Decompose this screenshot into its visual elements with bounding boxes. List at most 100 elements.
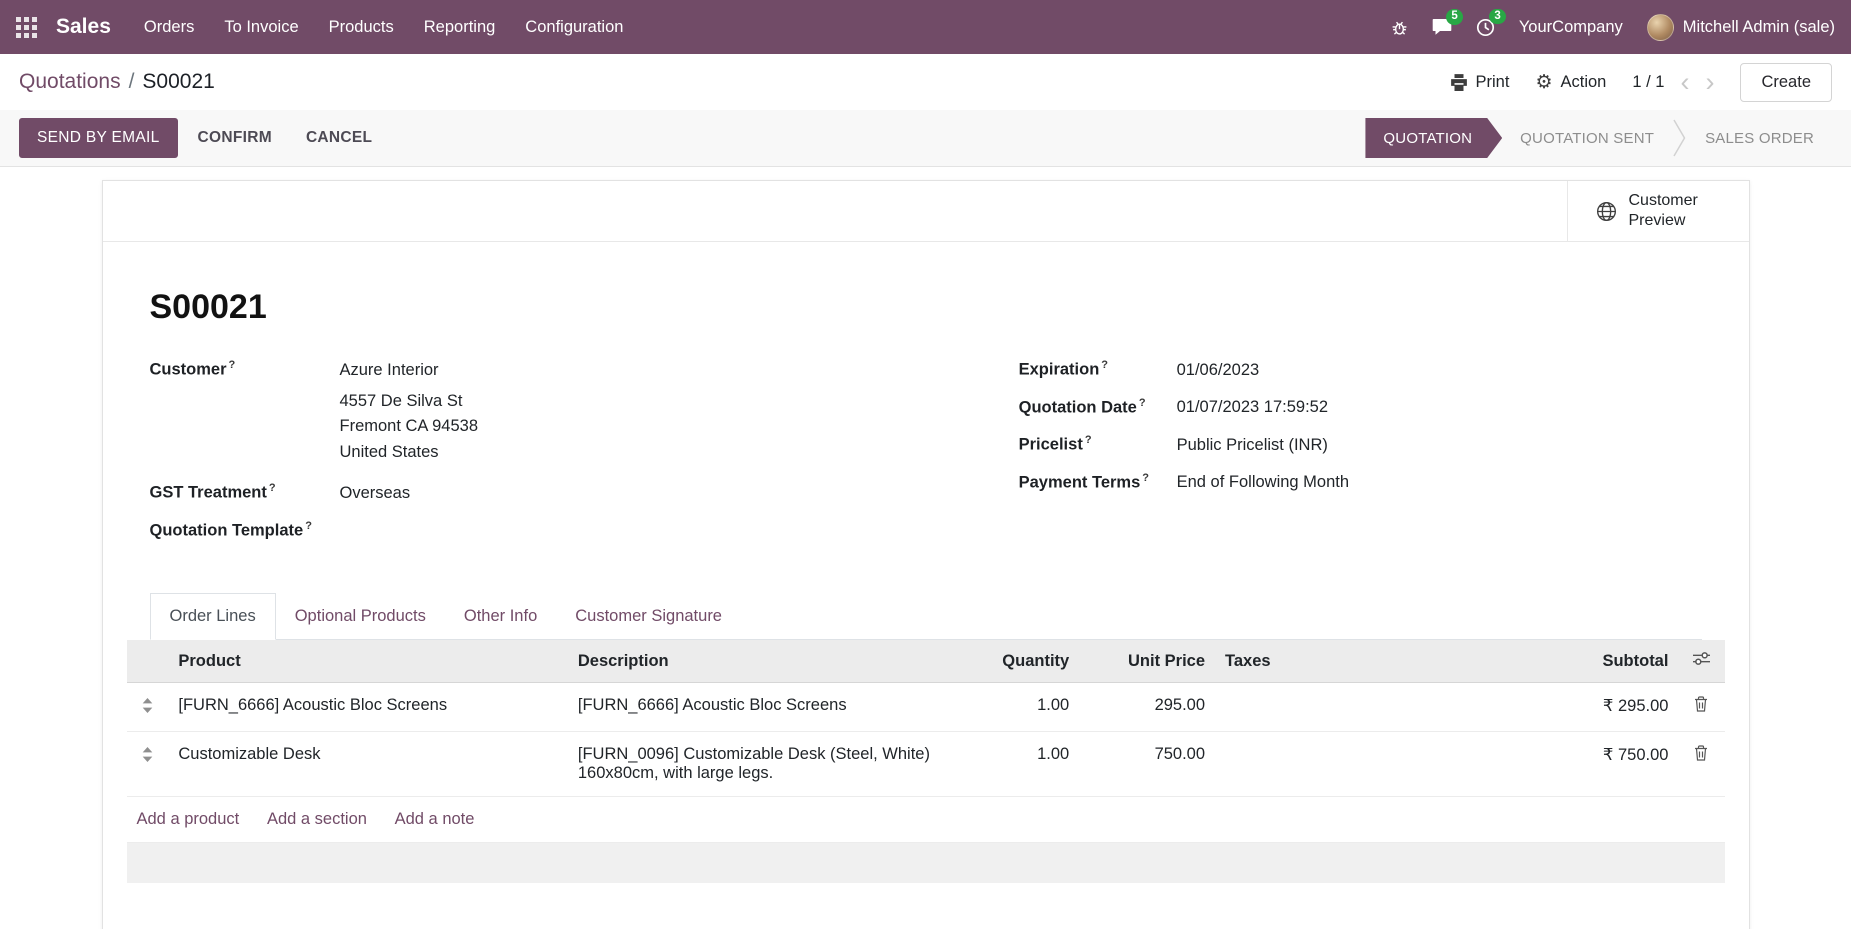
- confirm-button[interactable]: CONFIRM: [184, 119, 286, 157]
- header-taxes[interactable]: Taxes: [1215, 640, 1535, 683]
- sheet-body: S00021 Customer? Azure Interior 4557 De …: [103, 242, 1749, 929]
- customer-help-icon: ?: [229, 359, 236, 371]
- add-line-row: Add a product Add a section Add a note: [127, 797, 1725, 843]
- breadcrumb-quotations[interactable]: Quotations: [19, 70, 121, 94]
- company-switcher[interactable]: YourCompany: [1519, 18, 1623, 37]
- customer-preview-button[interactable]: Customer Preview: [1567, 181, 1749, 241]
- cell-product[interactable]: Customizable Desk: [168, 732, 568, 797]
- nav-item-orders[interactable]: Orders: [129, 0, 209, 54]
- address-line-1: 4557 De Silva St: [340, 389, 479, 415]
- header-quantity[interactable]: Quantity: [959, 640, 1079, 683]
- cell-taxes[interactable]: [1215, 732, 1535, 797]
- gst-treatment-value[interactable]: Overseas: [340, 484, 411, 503]
- add-a-note-link[interactable]: Add a note: [395, 810, 475, 828]
- messages-icon[interactable]: 5: [1432, 18, 1452, 36]
- status-step-quotation[interactable]: QUOTATION: [1365, 118, 1502, 158]
- order-line-row[interactable]: [FURN_6666] Acoustic Bloc Screens [FURN_…: [127, 683, 1725, 732]
- sliders-icon: [1693, 651, 1710, 666]
- field-column-right: Expiration? 01/06/2023 Quotation Date? 0…: [1019, 359, 1702, 557]
- header-subtotal[interactable]: Subtotal: [1535, 640, 1679, 683]
- empty-striped-row: [127, 843, 1725, 883]
- field-gst-treatment: GST Treatment? Overseas: [150, 482, 1019, 503]
- optional-columns-button[interactable]: [1678, 640, 1724, 683]
- gst-help-icon: ?: [269, 482, 276, 494]
- main-menu: Orders To Invoice Products Reporting Con…: [129, 0, 639, 54]
- expiration-value[interactable]: 01/06/2023: [1177, 361, 1260, 380]
- breadcrumb-current: S00021: [142, 70, 214, 94]
- cell-unit-price[interactable]: 295.00: [1079, 683, 1215, 732]
- field-expiration: Expiration? 01/06/2023: [1019, 359, 1702, 380]
- quotation-date-help-icon: ?: [1139, 397, 1146, 409]
- tab-order-lines[interactable]: Order Lines: [150, 593, 276, 640]
- field-column-left: Customer? Azure Interior 4557 De Silva S…: [150, 359, 1019, 557]
- breadcrumb: Quotations / S00021: [19, 70, 215, 94]
- field-customer: Customer? Azure Interior 4557 De Silva S…: [150, 359, 1019, 465]
- address-line-3: United States: [340, 440, 479, 466]
- status-step-sales-order[interactable]: SALES ORDER: [1687, 118, 1832, 158]
- tab-other-info[interactable]: Other Info: [445, 593, 556, 639]
- control-panel: Quotations / S00021 Print ⚙ Action 1 / 1…: [0, 54, 1851, 110]
- header-description[interactable]: Description: [568, 640, 960, 683]
- gear-icon: ⚙: [1535, 71, 1552, 94]
- record-title[interactable]: S00021: [150, 288, 1702, 327]
- pager-next-icon[interactable]: ›: [1705, 72, 1714, 92]
- pager-value[interactable]: 1 / 1: [1632, 73, 1664, 92]
- sheet-button-box: Customer Preview: [103, 181, 1749, 242]
- cell-description[interactable]: [FURN_0096] Customizable Desk (Steel, Wh…: [568, 732, 960, 797]
- customer-value[interactable]: Azure Interior 4557 De Silva St Fremont …: [340, 361, 479, 466]
- app-brand[interactable]: Sales: [52, 15, 129, 39]
- payment-terms-label: Payment Terms?: [1019, 472, 1177, 493]
- action-menu-button[interactable]: ⚙ Action: [1535, 71, 1606, 94]
- pricelist-help-icon: ?: [1085, 434, 1092, 446]
- header-product[interactable]: Product: [168, 640, 568, 683]
- header-unit-price[interactable]: Unit Price: [1079, 640, 1215, 683]
- cancel-button[interactable]: CANCEL: [292, 119, 386, 157]
- order-line-row[interactable]: Customizable Desk [FURN_0096] Customizab…: [127, 732, 1725, 797]
- tab-optional-products[interactable]: Optional Products: [276, 593, 445, 639]
- delete-line-button[interactable]: [1678, 732, 1724, 797]
- create-button[interactable]: Create: [1740, 63, 1832, 102]
- field-quotation-date: Quotation Date? 01/07/2023 17:59:52: [1019, 397, 1702, 418]
- add-a-section-link[interactable]: Add a section: [267, 810, 367, 828]
- quotation-date-value[interactable]: 01/07/2023 17:59:52: [1177, 398, 1328, 417]
- activities-icon[interactable]: 3: [1476, 18, 1495, 37]
- apps-grid-icon[interactable]: [0, 0, 52, 54]
- avatar: [1647, 14, 1674, 41]
- field-pricelist: Pricelist? Public Pricelist (INR): [1019, 434, 1702, 455]
- status-step-separator-icon: [1672, 118, 1687, 158]
- bug-icon[interactable]: [1391, 19, 1408, 36]
- nav-item-reporting[interactable]: Reporting: [409, 0, 511, 54]
- nav-item-to-invoice[interactable]: To Invoice: [209, 0, 313, 54]
- gst-treatment-label: GST Treatment?: [150, 482, 340, 503]
- cell-unit-price[interactable]: 750.00: [1079, 732, 1215, 797]
- status-step-quotation-sent[interactable]: QUOTATION SENT: [1502, 118, 1672, 158]
- user-menu[interactable]: Mitchell Admin (sale): [1647, 14, 1835, 41]
- cell-taxes[interactable]: [1215, 683, 1535, 732]
- customer-name[interactable]: Azure Interior: [340, 361, 439, 379]
- tab-customer-signature[interactable]: Customer Signature: [556, 593, 741, 639]
- add-a-product-link[interactable]: Add a product: [137, 810, 240, 828]
- send-by-email-button[interactable]: SEND BY EMAIL: [19, 118, 178, 158]
- quotation-date-label: Quotation Date?: [1019, 397, 1177, 418]
- drag-handle-icon[interactable]: [127, 683, 169, 732]
- nav-item-products[interactable]: Products: [314, 0, 409, 54]
- header-handle: [127, 640, 169, 683]
- drag-handle-icon[interactable]: [127, 732, 169, 797]
- printer-icon: [1450, 74, 1468, 91]
- cell-product[interactable]: [FURN_6666] Acoustic Bloc Screens: [168, 683, 568, 732]
- field-quotation-template: Quotation Template?: [150, 520, 1019, 541]
- top-navbar: Sales Orders To Invoice Products Reporti…: [0, 0, 1851, 54]
- control-panel-right: Print ⚙ Action 1 / 1 ‹ › Create: [1450, 63, 1832, 102]
- nav-item-configuration[interactable]: Configuration: [510, 0, 638, 54]
- payment-terms-value[interactable]: End of Following Month: [1177, 473, 1349, 492]
- print-button[interactable]: Print: [1450, 73, 1510, 92]
- user-name: Mitchell Admin (sale): [1683, 18, 1835, 37]
- delete-line-button[interactable]: [1678, 683, 1724, 732]
- pager-previous-icon[interactable]: ‹: [1680, 72, 1689, 92]
- cell-description[interactable]: [FURN_6666] Acoustic Bloc Screens: [568, 683, 960, 732]
- print-label: Print: [1476, 73, 1510, 92]
- pricelist-value[interactable]: Public Pricelist (INR): [1177, 436, 1328, 455]
- cell-quantity[interactable]: 1.00: [959, 683, 1079, 732]
- cell-quantity[interactable]: 1.00: [959, 732, 1079, 797]
- messages-badge: 5: [1446, 9, 1462, 25]
